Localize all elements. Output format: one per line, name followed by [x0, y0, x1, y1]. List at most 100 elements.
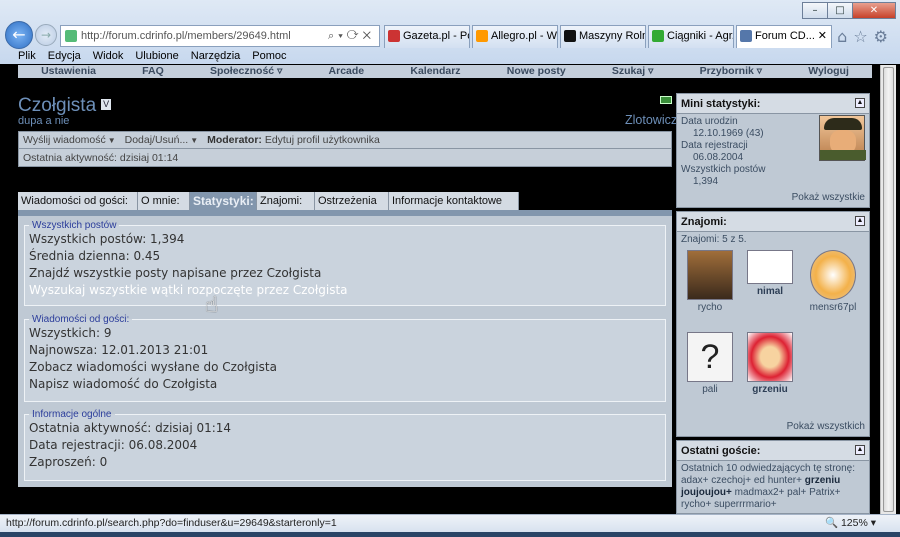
friend-nimal[interactable]: nimal: [745, 250, 795, 298]
friend-avatar: [687, 250, 733, 300]
send-message-button[interactable]: Wyślij wiadomość ▼: [23, 134, 122, 146]
ciagniki-icon: [652, 30, 664, 42]
tab-gazeta[interactable]: Gazeta.pl - Po...: [384, 25, 470, 48]
add-remove-button[interactable]: Dodaj/Usuń... ▼: [125, 134, 205, 146]
nav-faq[interactable]: FAQ: [142, 65, 164, 78]
menu-narzedzia[interactable]: Narzędzia: [191, 49, 241, 65]
address-actions[interactable]: ⌕▾⟳✕: [328, 26, 375, 46]
tab-allegro[interactable]: Allegro.pl - W...: [472, 25, 558, 48]
home-icon[interactable]: ⌂: [837, 27, 853, 46]
friend-grzeniu[interactable]: grzeniu: [745, 332, 795, 396]
address-url: http://forum.cdrinfo.pl/members/29649.ht…: [81, 30, 291, 42]
chrome-tools: ⌂☆⚙: [837, 27, 894, 46]
recent-visitors-header: Ostatni goście: ▲: [677, 441, 869, 461]
general-info-legend: Informacje ogólne: [32, 409, 112, 420]
maximize-button[interactable]: □: [827, 2, 853, 19]
visitor-links[interactable]: madmax2+ pal+ Patrix+: [735, 487, 841, 498]
friend-rycho[interactable]: rycho: [685, 250, 735, 314]
nav-ustawienia[interactable]: Ustawienia: [41, 65, 96, 78]
page-icon: [65, 30, 77, 42]
chevron-down-icon: ▼: [190, 136, 199, 145]
address-bar[interactable]: http://forum.cdrinfo.pl/members/29649.ht…: [60, 25, 380, 47]
write-message-link[interactable]: Napisz wiadomość do Czołgista: [25, 376, 665, 393]
show-all-stats-link[interactable]: Pokaż wszystkie: [792, 192, 865, 203]
posts-legend: Wszystkich postów: [32, 220, 117, 231]
chevron-down-icon: ▿: [756, 65, 763, 77]
posts-label: Wszystkich postów: [681, 164, 766, 175]
recent-visitors-block: Ostatni goście: ▲ Ostatnich 10 odwiedzają…: [676, 440, 870, 514]
friend-pali[interactable]: ? pali: [685, 332, 735, 396]
tab-statistics[interactable]: Statystyki:: [190, 192, 257, 210]
visitor-link-bold[interactable]: grzeniu: [805, 475, 841, 486]
scrollbar-thumb[interactable]: [883, 67, 894, 512]
view-messages-link[interactable]: Zobacz wiadomości wysłane do Czołgista: [25, 359, 665, 376]
nav-przybornik[interactable]: Przybornik ▿: [700, 65, 762, 78]
find-all-posts-link[interactable]: Znajdź wszystkie posty napisane przez Cz…: [25, 265, 665, 282]
close-window-button[interactable]: ✕: [852, 2, 896, 19]
menu-edycja[interactable]: Edycja: [48, 49, 81, 65]
tab-contact-info[interactable]: Informacje kontaktowe: [389, 192, 519, 210]
tab-ciagniki[interactable]: Ciągniki - Agr...: [648, 25, 734, 48]
friend-avatar: [810, 250, 856, 300]
browser-chrome: – □ ✕ ← → http://forum.cdrinfo.pl/member…: [0, 0, 900, 64]
general-registration: Data rejestracji: 06.08.2004: [29, 438, 198, 452]
nav-nowe-posty[interactable]: Nowe posty: [507, 65, 566, 78]
tab-maszyny[interactable]: Maszyny Roln...: [560, 25, 646, 48]
v-badge-icon: V: [101, 99, 112, 110]
collapse-icon[interactable]: ▲: [855, 445, 865, 455]
tab-forum[interactable]: Forum CD... ✕: [736, 25, 832, 48]
statistics-panel: Wszystkich postów Wszystkich postów: 1,3…: [18, 216, 672, 487]
nav-arcade[interactable]: Arcade: [329, 65, 365, 78]
find-all-threads-link[interactable]: Wyszukaj wszystkie wątki rozpoczęte prze…: [25, 282, 665, 299]
show-all-friends-link[interactable]: Pokaż wszystkich: [787, 421, 865, 432]
page-scrollbar[interactable]: [880, 65, 896, 515]
nav-wyloguj[interactable]: Wyloguj: [808, 65, 849, 78]
taskbar: [0, 532, 900, 537]
nav-szukaj[interactable]: Szukaj ▿: [612, 65, 653, 78]
visitor-messages-legend: Wiadomości od gości:: [32, 314, 130, 325]
e-icon: [564, 30, 576, 42]
general-info-fieldset: Informacje ogólne Ostatnia aktywność: dz…: [24, 409, 666, 481]
nav-kalendarz[interactable]: Kalendarz: [410, 65, 460, 78]
close-tab-icon[interactable]: ✕: [818, 26, 827, 47]
zoom-control[interactable]: 🔍 125% ▾: [825, 515, 876, 532]
menu-widok[interactable]: Widok: [93, 49, 124, 65]
collapse-icon[interactable]: ▲: [855, 216, 865, 226]
menu-plik[interactable]: Plik: [18, 49, 36, 65]
mini-stats-header: Mini statystyki: ▲: [677, 94, 869, 114]
friend-mensr67pl[interactable]: mensr67pl: [805, 250, 861, 314]
hand-cursor-icon: ☝: [205, 293, 219, 318]
flag-icon: [660, 96, 672, 104]
gazeta-icon: [388, 30, 400, 42]
friend-avatar: [747, 332, 793, 382]
menu-ulubione[interactable]: Ulubione: [135, 49, 178, 65]
visitor-links[interactable]: rycho+ superrrmario+: [681, 499, 865, 511]
edit-profile-link[interactable]: Edytuj profil użytkownika: [265, 134, 380, 146]
back-button[interactable]: ←: [5, 21, 33, 49]
nav-spolecznosc[interactable]: Społeczność ▿: [210, 65, 282, 78]
collapse-icon[interactable]: ▲: [855, 98, 865, 108]
moderator-label: Moderator:: [207, 134, 262, 146]
minimize-button[interactable]: –: [802, 2, 828, 19]
visitor-links[interactable]: adax+ czechoj+ ed hunter+: [681, 475, 802, 486]
menu-pomoc[interactable]: Pomoc: [252, 49, 286, 65]
tab-visitor-messages[interactable]: Wiadomości od gości:: [18, 192, 138, 210]
forum-icon: [740, 30, 752, 42]
last-activity: Ostatnia aktywność: dzisiaj 01:14: [18, 149, 672, 167]
tab-friends[interactable]: Znajomi:: [257, 192, 315, 210]
gear-icon[interactable]: ⚙: [874, 27, 894, 46]
visitors-intro: Ostatnich 10 odwiedzających tę stronę:: [681, 463, 855, 474]
favorites-icon[interactable]: ☆: [853, 27, 873, 46]
browser-tabs: Gazeta.pl - Po... Allegro.pl - W... Masz…: [384, 25, 834, 48]
visitor-link-bold[interactable]: joujoujou+: [681, 487, 732, 498]
tab-warnings[interactable]: Ostrzeżenia: [315, 192, 389, 210]
friends-block: Znajomi: ▲ Znajomi: 5 z 5. rycho nimal me…: [676, 211, 870, 437]
general-invitations: Zaproszeń: 0: [29, 455, 108, 469]
tab-about-me[interactable]: O mnie:: [138, 192, 190, 210]
forward-button[interactable]: →: [35, 24, 57, 46]
status-bar: http://forum.cdrinfo.pl/search.php?do=fi…: [0, 514, 900, 532]
chevron-down-icon: ▼: [107, 136, 116, 145]
profile-tabs: Wiadomości od gości: O mnie: Statystyki:…: [18, 192, 519, 210]
chevron-down-icon: ▿: [277, 65, 283, 77]
avatar: [819, 115, 866, 161]
